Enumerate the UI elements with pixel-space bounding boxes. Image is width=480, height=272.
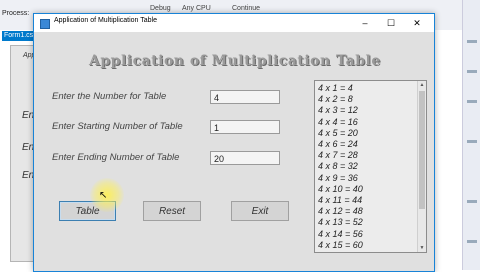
list-item[interactable]: 4 x 14 = 56: [318, 229, 363, 239]
form-client-area: Application of Multiplication Table Ente…: [34, 32, 434, 271]
vs-process-label: Process:: [2, 10, 30, 17]
list-item[interactable]: 4 x 8 = 32: [318, 161, 358, 171]
list-item[interactable]: 4 x 6 = 24: [318, 139, 358, 149]
listbox-scrollbar[interactable]: ▲ ▼: [417, 81, 426, 252]
list-item[interactable]: 4 x 1 = 4: [318, 83, 353, 93]
number-label: Enter the Number for Table: [52, 91, 167, 102]
list-item[interactable]: 4 x 15 = 60: [318, 240, 363, 250]
start-input[interactable]: 1: [210, 120, 280, 134]
minimize-button[interactable]: –: [352, 14, 378, 32]
results-listbox[interactable]: 4 x 1 = 44 x 2 = 84 x 3 = 12 4 x 4 = 16 4 …: [314, 80, 427, 253]
list-item[interactable]: 4 x 7 = 28: [318, 150, 358, 160]
window-title: Application of Multiplication Table: [54, 17, 157, 24]
title-bar[interactable]: Application of Multiplication Table – ☐ …: [34, 14, 434, 32]
end-input[interactable]: 20: [210, 151, 280, 165]
scroll-down-arrow-icon[interactable]: ▼: [418, 244, 426, 252]
mouse-cursor-icon: ↖: [99, 190, 108, 201]
list-item[interactable]: 4 x 11 = 44: [318, 195, 362, 205]
vs-side-panel: [462, 0, 480, 270]
reset-button[interactable]: Reset: [143, 201, 201, 221]
close-button[interactable]: ✕: [404, 14, 430, 32]
list-item[interactable]: 4 x 13 = 52: [318, 217, 363, 227]
list-item[interactable]: 4 x 5 = 20: [318, 128, 358, 138]
list-item[interactable]: 4 x 4 = 16: [318, 117, 358, 127]
app-window: Application of Multiplication Table – ☐ …: [33, 13, 435, 272]
exit-button[interactable]: Exit: [231, 201, 289, 221]
scroll-up-arrow-icon[interactable]: ▲: [418, 81, 426, 89]
maximize-button[interactable]: ☐: [378, 14, 404, 32]
app-icon: [40, 19, 50, 29]
list-item[interactable]: 4 x 12 = 48: [318, 206, 363, 216]
number-input[interactable]: 4: [210, 90, 280, 104]
list-item[interactable]: 4 x 10 = 40: [318, 184, 363, 194]
start-label: Enter Starting Number of Table: [52, 121, 183, 132]
list-item[interactable]: 4 x 9 = 36: [318, 173, 358, 183]
page-title: Application of Multiplication Table: [89, 53, 381, 69]
end-label: Enter Ending Number of Table: [52, 152, 180, 163]
list-item[interactable]: 4 x 3 = 12: [318, 105, 358, 115]
scroll-thumb[interactable]: [419, 91, 425, 209]
list-item[interactable]: 4 x 2 = 8: [318, 94, 353, 104]
